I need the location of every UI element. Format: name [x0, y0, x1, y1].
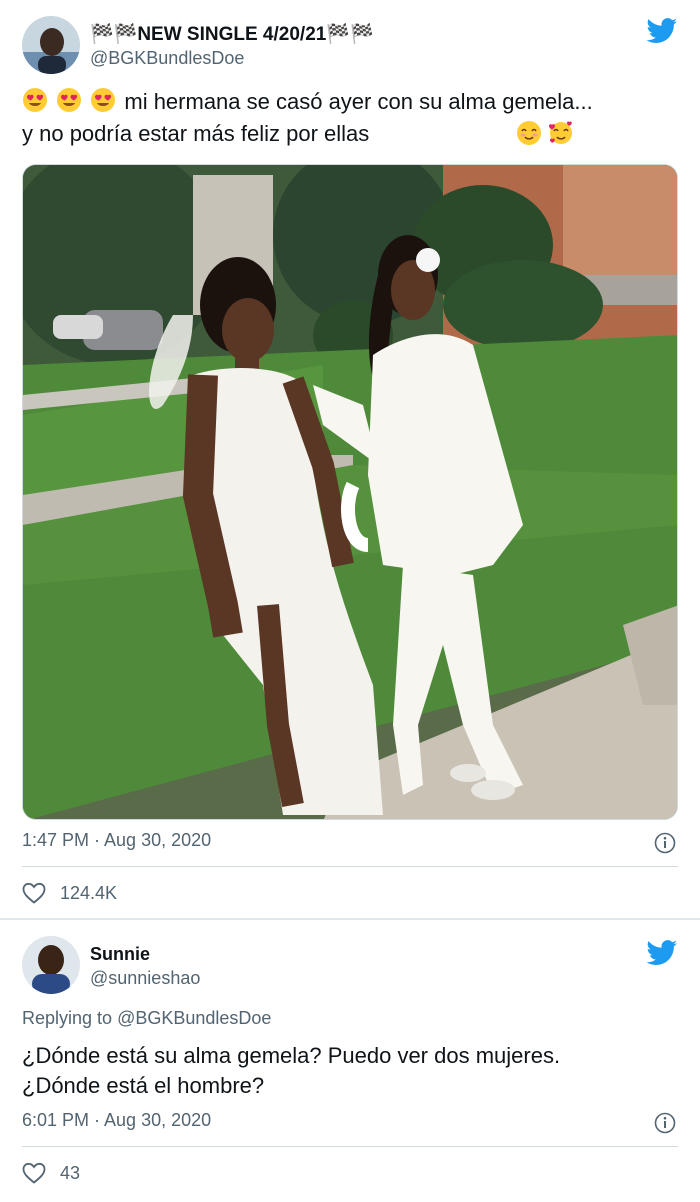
- display-name[interactable]: 🏁🏁NEW SINGLE 4/20/21🏁🏁: [90, 22, 374, 46]
- like-count: 43: [60, 1162, 81, 1183]
- main-tweet: 🏁🏁NEW SINGLE 4/20/21🏁🏁 @BGKBundlesDoe mi…: [0, 0, 700, 918]
- replying-to-handle[interactable]: @BGKBundlesDoe: [117, 1008, 271, 1028]
- like-row[interactable]: 43: [22, 1162, 80, 1184]
- divider: [22, 866, 678, 867]
- reply-tweet: Sunnie @sunnieshao Replying to @BGKBundl…: [0, 918, 700, 1202]
- smiling-hearts-emoji: [548, 121, 576, 146]
- replying-to-label: Replying to: [22, 1008, 113, 1028]
- smiling-blush-emoji: [516, 121, 548, 146]
- user-handle[interactable]: @BGKBundlesDoe: [90, 48, 244, 69]
- user-handle[interactable]: @sunnieshao: [90, 968, 200, 989]
- tweet-text-line-1: ¿Dónde está su alma gemela? Puedo ver do…: [22, 1043, 561, 1068]
- emoji-group: [516, 120, 576, 147]
- tweet-text-line-1: mi hermana se casó ayer con su alma geme…: [22, 86, 593, 118]
- info-icon[interactable]: [654, 1112, 676, 1134]
- heart-icon[interactable]: [22, 882, 46, 904]
- display-name[interactable]: Sunnie: [90, 944, 150, 965]
- divider: [22, 1146, 678, 1147]
- tweet-photo[interactable]: [22, 164, 678, 820]
- tweet-text-line-2: y no podría estar más feliz por ellas: [22, 118, 369, 150]
- tweet-timestamp[interactable]: 1:47 PM · Aug 30, 2020: [22, 830, 211, 851]
- like-count: 124.4K: [60, 882, 118, 903]
- tweet-timestamp[interactable]: 6:01 PM · Aug 30, 2020: [22, 1110, 211, 1131]
- heart-icon[interactable]: [22, 1162, 46, 1184]
- tweet-text-line-2: ¿Dónde está el hombre?: [22, 1073, 265, 1098]
- twitter-bird-icon[interactable]: [646, 940, 678, 966]
- avatar[interactable]: [22, 16, 80, 74]
- heart-eyes-emoji: [22, 88, 56, 114]
- tweet-text-content-1: mi hermana se casó ayer con su alma geme…: [124, 89, 593, 114]
- heart-eyes-emoji: [56, 88, 90, 114]
- like-row[interactable]: 124.4K: [22, 882, 117, 904]
- replying-to: Replying to @BGKBundlesDoe: [22, 1008, 271, 1029]
- avatar[interactable]: [22, 936, 80, 994]
- info-icon[interactable]: [654, 832, 676, 854]
- twitter-bird-icon[interactable]: [646, 18, 678, 44]
- heart-eyes-emoji: [90, 88, 124, 114]
- tweet-text-content-2: y no podría estar más feliz por ellas: [22, 121, 370, 146]
